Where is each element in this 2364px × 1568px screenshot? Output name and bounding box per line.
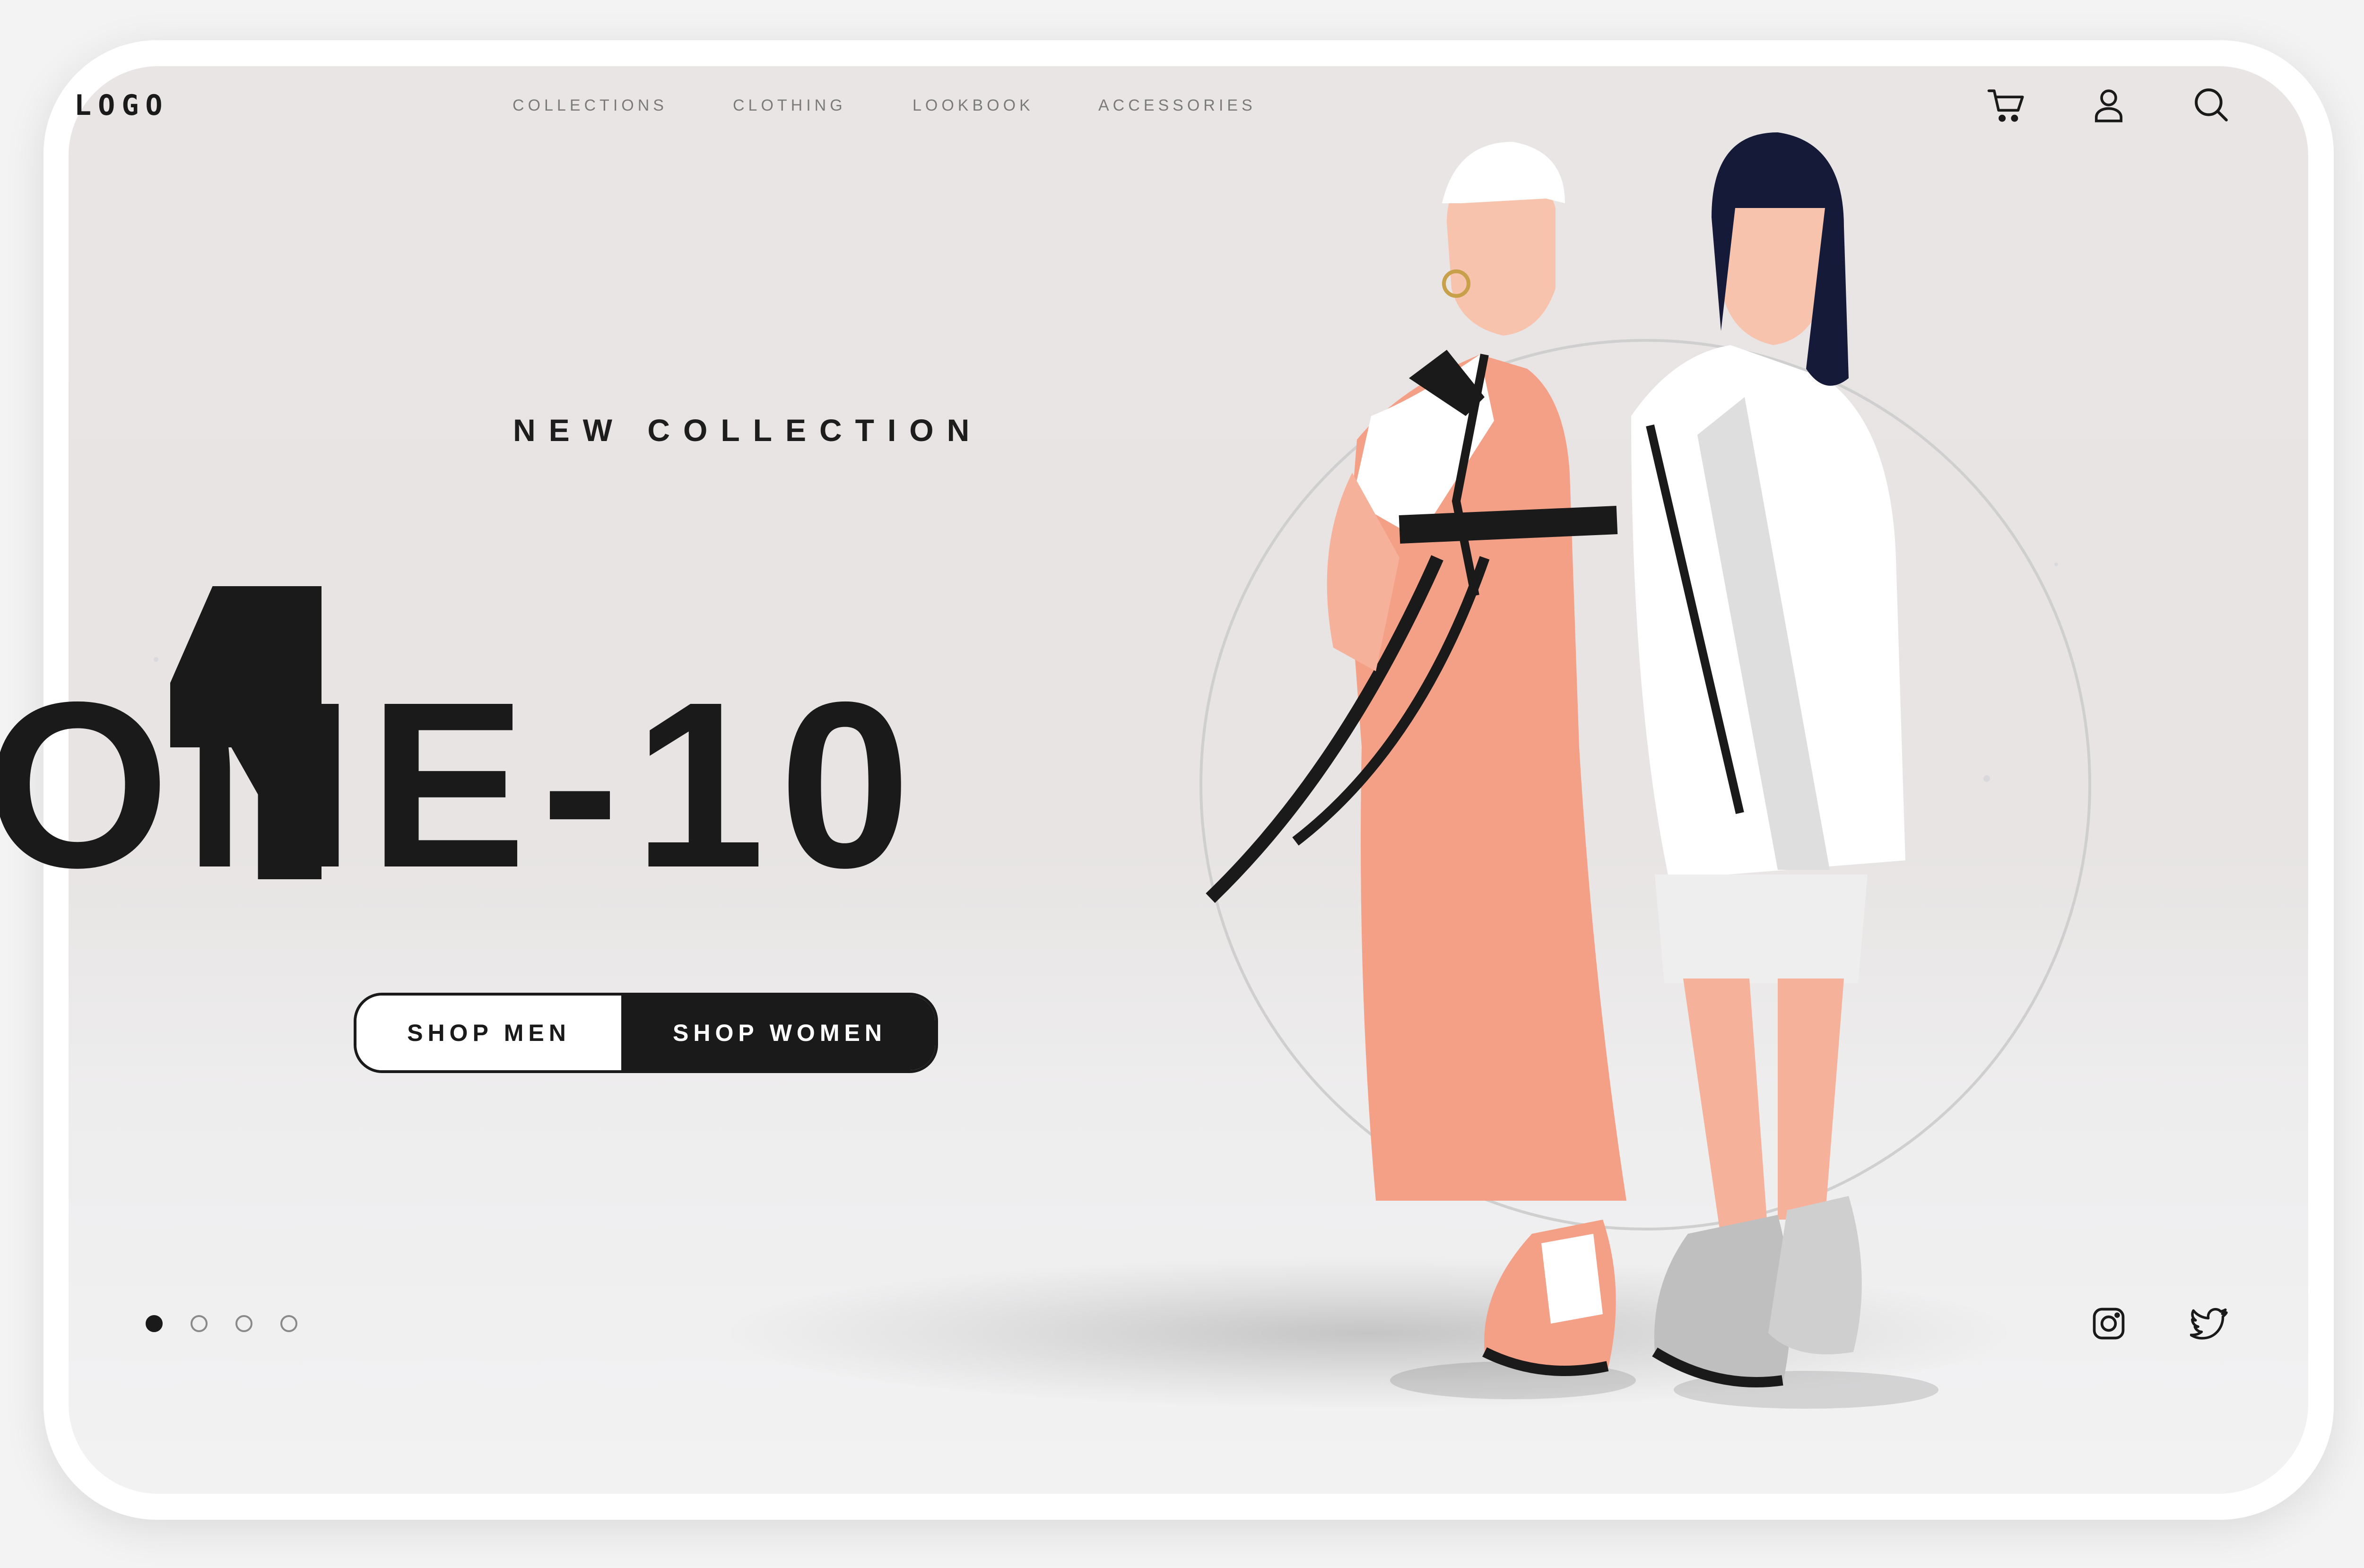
slide-dot-2[interactable] [191, 1315, 208, 1332]
slide-dot-1[interactable] [146, 1315, 163, 1332]
figure-left [1206, 142, 1636, 1399]
shop-women-button[interactable]: SHOP WOMEN [624, 996, 935, 1070]
slide-dot-3[interactable] [235, 1315, 252, 1332]
shop-cta-group: SHOP MEN SHOP WOMEN [354, 993, 938, 1073]
search-button[interactable] [2183, 77, 2240, 133]
hero-subtitle: NEW COLLECTION [513, 413, 983, 448]
search-icon [2195, 88, 2228, 121]
nav-accessories[interactable]: ACCESSORIES [1098, 84, 1256, 127]
cart-icon [1987, 89, 2024, 122]
slide-dot-4[interactable] [280, 1315, 297, 1332]
nav-clothing[interactable]: CLOTHING [733, 84, 846, 127]
figure-right [1631, 132, 1938, 1409]
nav-lookbook[interactable]: LOOKBOOK [913, 84, 1034, 127]
twitter-link[interactable] [2184, 1298, 2236, 1350]
cart-button[interactable] [1978, 77, 2035, 133]
hero-title-text: ONE-10 [0, 652, 925, 917]
twitter-icon [2190, 1308, 2228, 1340]
nav-collections[interactable]: COLLECTIONS [513, 84, 668, 127]
shop-men-button[interactable]: SHOP MEN [356, 996, 624, 1070]
user-icon [2095, 89, 2123, 122]
account-button[interactable] [2080, 77, 2137, 133]
brand-logo[interactable]: LOGO [74, 84, 169, 127]
fashion-illustration [1199, 132, 2091, 1409]
